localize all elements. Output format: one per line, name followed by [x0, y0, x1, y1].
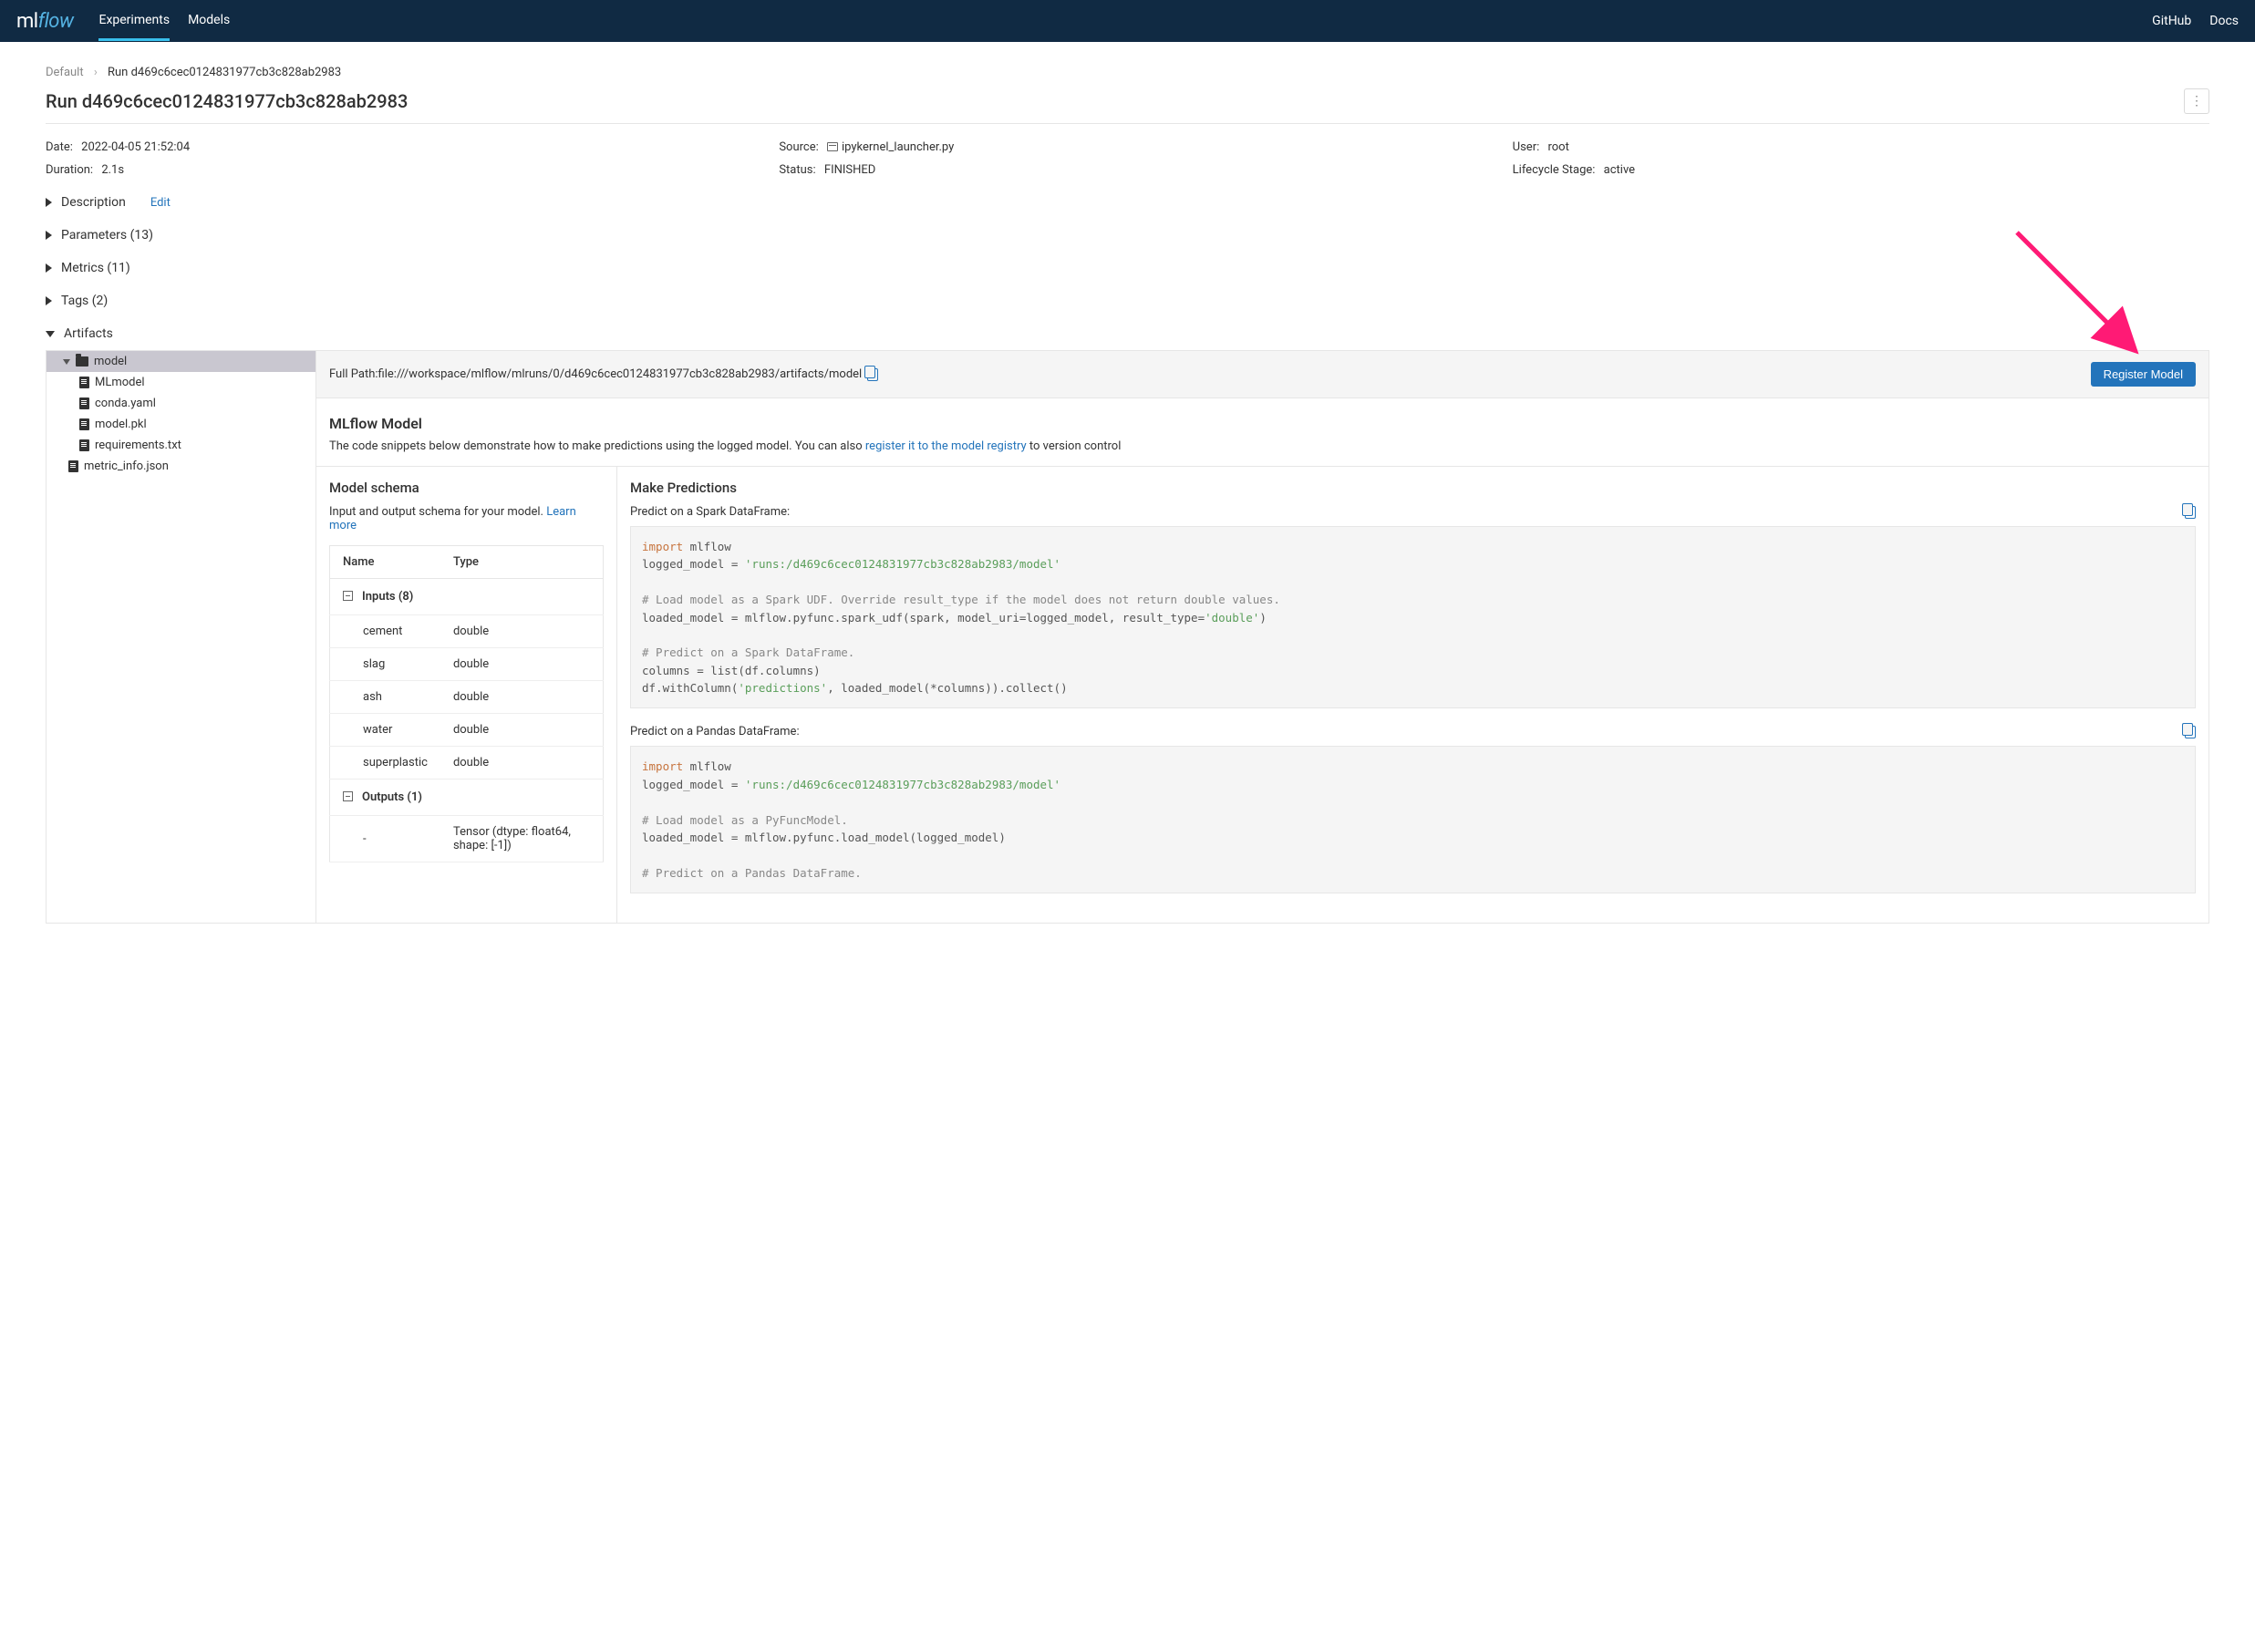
caret-right-icon — [46, 296, 52, 305]
schema-col-name: Name — [330, 546, 440, 579]
meta-lifecycle-label: Lifecycle Stage: — [1513, 163, 1596, 177]
edit-description-link[interactable]: Edit — [150, 196, 171, 210]
pandas-code-block: import mlflow logged_model = 'runs:/d469… — [630, 746, 2196, 893]
model-schema-column: Model schema Input and output schema for… — [316, 467, 617, 923]
tree-folder-model[interactable]: model — [47, 351, 315, 372]
nav-tab-experiments[interactable]: Experiments — [98, 2, 170, 41]
meta-source-label: Source: — [779, 140, 818, 154]
laptop-icon — [827, 142, 838, 151]
caret-right-icon — [46, 263, 52, 273]
nav-tabs: Experiments Models — [98, 2, 230, 41]
meta-duration-label: Duration: — [46, 163, 93, 177]
page-title: Run d469c6cec0124831977cb3c828ab2983 — [46, 90, 408, 112]
section-description[interactable]: Description Edit — [46, 195, 2209, 210]
caret-right-icon — [46, 231, 52, 240]
copy-icon[interactable] — [2185, 506, 2196, 519]
chevron-right-icon: › — [94, 66, 98, 79]
breadcrumb-current: Run d469c6cec0124831977cb3c828ab2983 — [108, 66, 341, 79]
schema-input-row: superplasticdouble — [330, 747, 604, 780]
spark-code-block: import mlflow logged_model = 'runs:/d469… — [630, 526, 2196, 708]
file-icon — [79, 439, 89, 451]
tree-file-pkl[interactable]: model.pkl — [47, 414, 315, 435]
path-label: Full Path: — [329, 367, 378, 381]
schema-outputs-group[interactable]: Outputs (1) — [330, 780, 604, 816]
link-github[interactable]: GitHub — [2152, 14, 2191, 28]
caret-right-icon — [46, 198, 52, 207]
meta-date-value: 2022-04-05 21:52:04 — [81, 140, 190, 154]
tree-file-metric-info[interactable]: metric_info.json — [47, 456, 315, 477]
schema-input-row: waterdouble — [330, 714, 604, 747]
schema-output-row: -Tensor (dtype: float64, shape: [-1]) — [330, 816, 604, 862]
schema-input-row: ashdouble — [330, 681, 604, 714]
register-model-button[interactable]: Register Model — [2091, 362, 2196, 387]
schema-col-type: Type — [440, 546, 604, 579]
schema-inputs-group[interactable]: Inputs (8) — [330, 579, 604, 615]
spark-predict-title: Predict on a Spark DataFrame: — [630, 505, 2179, 519]
link-docs[interactable]: Docs — [2209, 14, 2239, 28]
meta-duration-value: 2.1s — [101, 163, 124, 177]
make-predictions-column: Make Predictions Predict on a Spark Data… — [617, 467, 2208, 923]
schema-title: Model schema — [329, 480, 604, 496]
folder-icon — [76, 356, 88, 367]
tree-file-requirements[interactable]: requirements.txt — [47, 435, 315, 456]
meta-date-label: Date: — [46, 140, 73, 154]
file-icon — [79, 418, 89, 430]
section-parameters[interactable]: Parameters (13) — [46, 228, 2209, 243]
meta-status-value: FINISHED — [824, 163, 875, 177]
copy-icon[interactable] — [2185, 726, 2196, 738]
meta-user-label: User: — [1513, 140, 1540, 154]
artifacts-panel: model MLmodel conda.yaml model.pkl requi… — [46, 350, 2209, 924]
logo: mlflow — [16, 10, 73, 33]
caret-down-icon — [63, 359, 70, 365]
path-value: file:///workspace/mlflow/mlruns/0/d469c6… — [378, 367, 863, 381]
breadcrumb-root[interactable]: Default — [46, 66, 84, 79]
meta-source-value: ipykernel_launcher.py — [842, 140, 954, 154]
section-artifacts[interactable]: Artifacts — [46, 326, 2209, 341]
meta-lifecycle-value: active — [1604, 163, 1635, 177]
run-metadata: Date: 2022-04-05 21:52:04 Source: ipyker… — [46, 124, 2209, 186]
meta-status-label: Status: — [779, 163, 815, 177]
artifact-tree: model MLmodel conda.yaml model.pkl requi… — [47, 351, 316, 923]
caret-down-icon — [46, 331, 55, 337]
copy-icon[interactable] — [867, 368, 878, 381]
predictions-title: Make Predictions — [630, 480, 2196, 496]
meta-user-value: root — [1547, 140, 1568, 154]
more-actions-button[interactable]: ⋮ — [2184, 88, 2209, 114]
tree-file-conda[interactable]: conda.yaml — [47, 393, 315, 414]
artifact-path-bar: Full Path:file:///workspace/mlflow/mlrun… — [316, 351, 2208, 398]
section-metrics[interactable]: Metrics (11) — [46, 261, 2209, 275]
app-header: mlflow Experiments Models GitHub Docs — [0, 0, 2255, 42]
file-icon — [79, 377, 89, 388]
section-tags[interactable]: Tags (2) — [46, 294, 2209, 308]
file-icon — [68, 460, 78, 472]
nav-tab-models[interactable]: Models — [188, 2, 230, 41]
model-panel-title: MLflow Model — [329, 415, 2196, 432]
tree-file-mlmodel[interactable]: MLmodel — [47, 372, 315, 393]
pandas-predict-title: Predict on a Pandas DataFrame: — [630, 725, 2179, 738]
model-panel-desc: The code snippets below demonstrate how … — [329, 439, 2196, 453]
schema-input-row: slagdouble — [330, 648, 604, 681]
file-icon — [79, 398, 89, 409]
register-registry-link[interactable]: register it to the model registry — [865, 439, 1027, 453]
breadcrumb: Default › Run d469c6cec0124831977cb3c828… — [46, 58, 2209, 88]
schema-input-row: cementdouble — [330, 615, 604, 648]
schema-table: NameType Inputs (8)cementdoubleslagdoubl… — [329, 545, 604, 862]
